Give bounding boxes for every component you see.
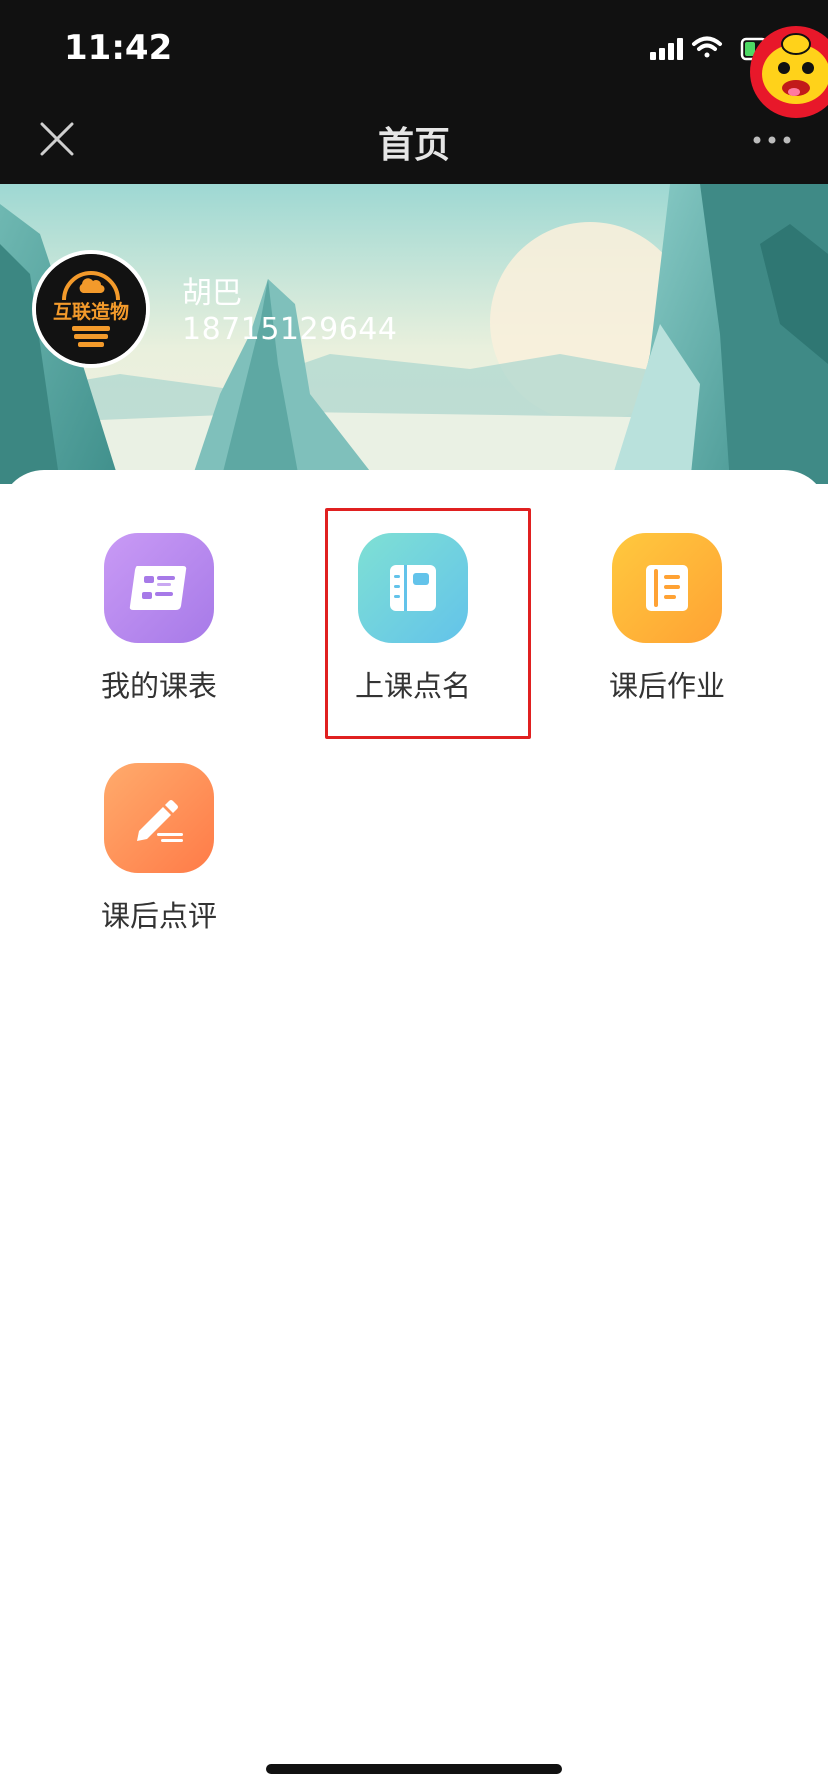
menu-label-homework: 课后作业 [608, 669, 725, 703]
avatar[interactable]: 互联造物 [32, 250, 150, 368]
hulian-zaowu-logo: 互联造物 [36, 254, 146, 364]
homework-icon [612, 533, 722, 643]
top-bar: 11:42 首页 [0, 0, 828, 184]
menu-item-review[interactable]: 课后点评 [64, 763, 254, 953]
home-indicator[interactable] [266, 1764, 562, 1774]
wifi-icon [692, 36, 722, 58]
mascot-sticker-icon [750, 26, 828, 118]
review-pencil-icon [104, 763, 214, 873]
page-title: 首页 [377, 125, 450, 166]
more-options-icon[interactable] [752, 130, 792, 150]
user-phone: 18715129644 [182, 312, 398, 347]
menu-item-my-schedule[interactable]: 我的课表 [64, 533, 254, 723]
status-time: 11:42 [64, 28, 173, 68]
menu-label-review: 课后点评 [100, 899, 217, 933]
signal-icon [650, 38, 683, 60]
menu-item-homework[interactable]: 课后作业 [572, 533, 762, 723]
logo-text: 互联造物 [53, 300, 129, 323]
user-name: 胡巴 [182, 276, 242, 311]
highlight-box [325, 508, 531, 739]
menu-label-my-schedule: 我的课表 [100, 669, 217, 703]
schedule-icon [104, 533, 214, 643]
